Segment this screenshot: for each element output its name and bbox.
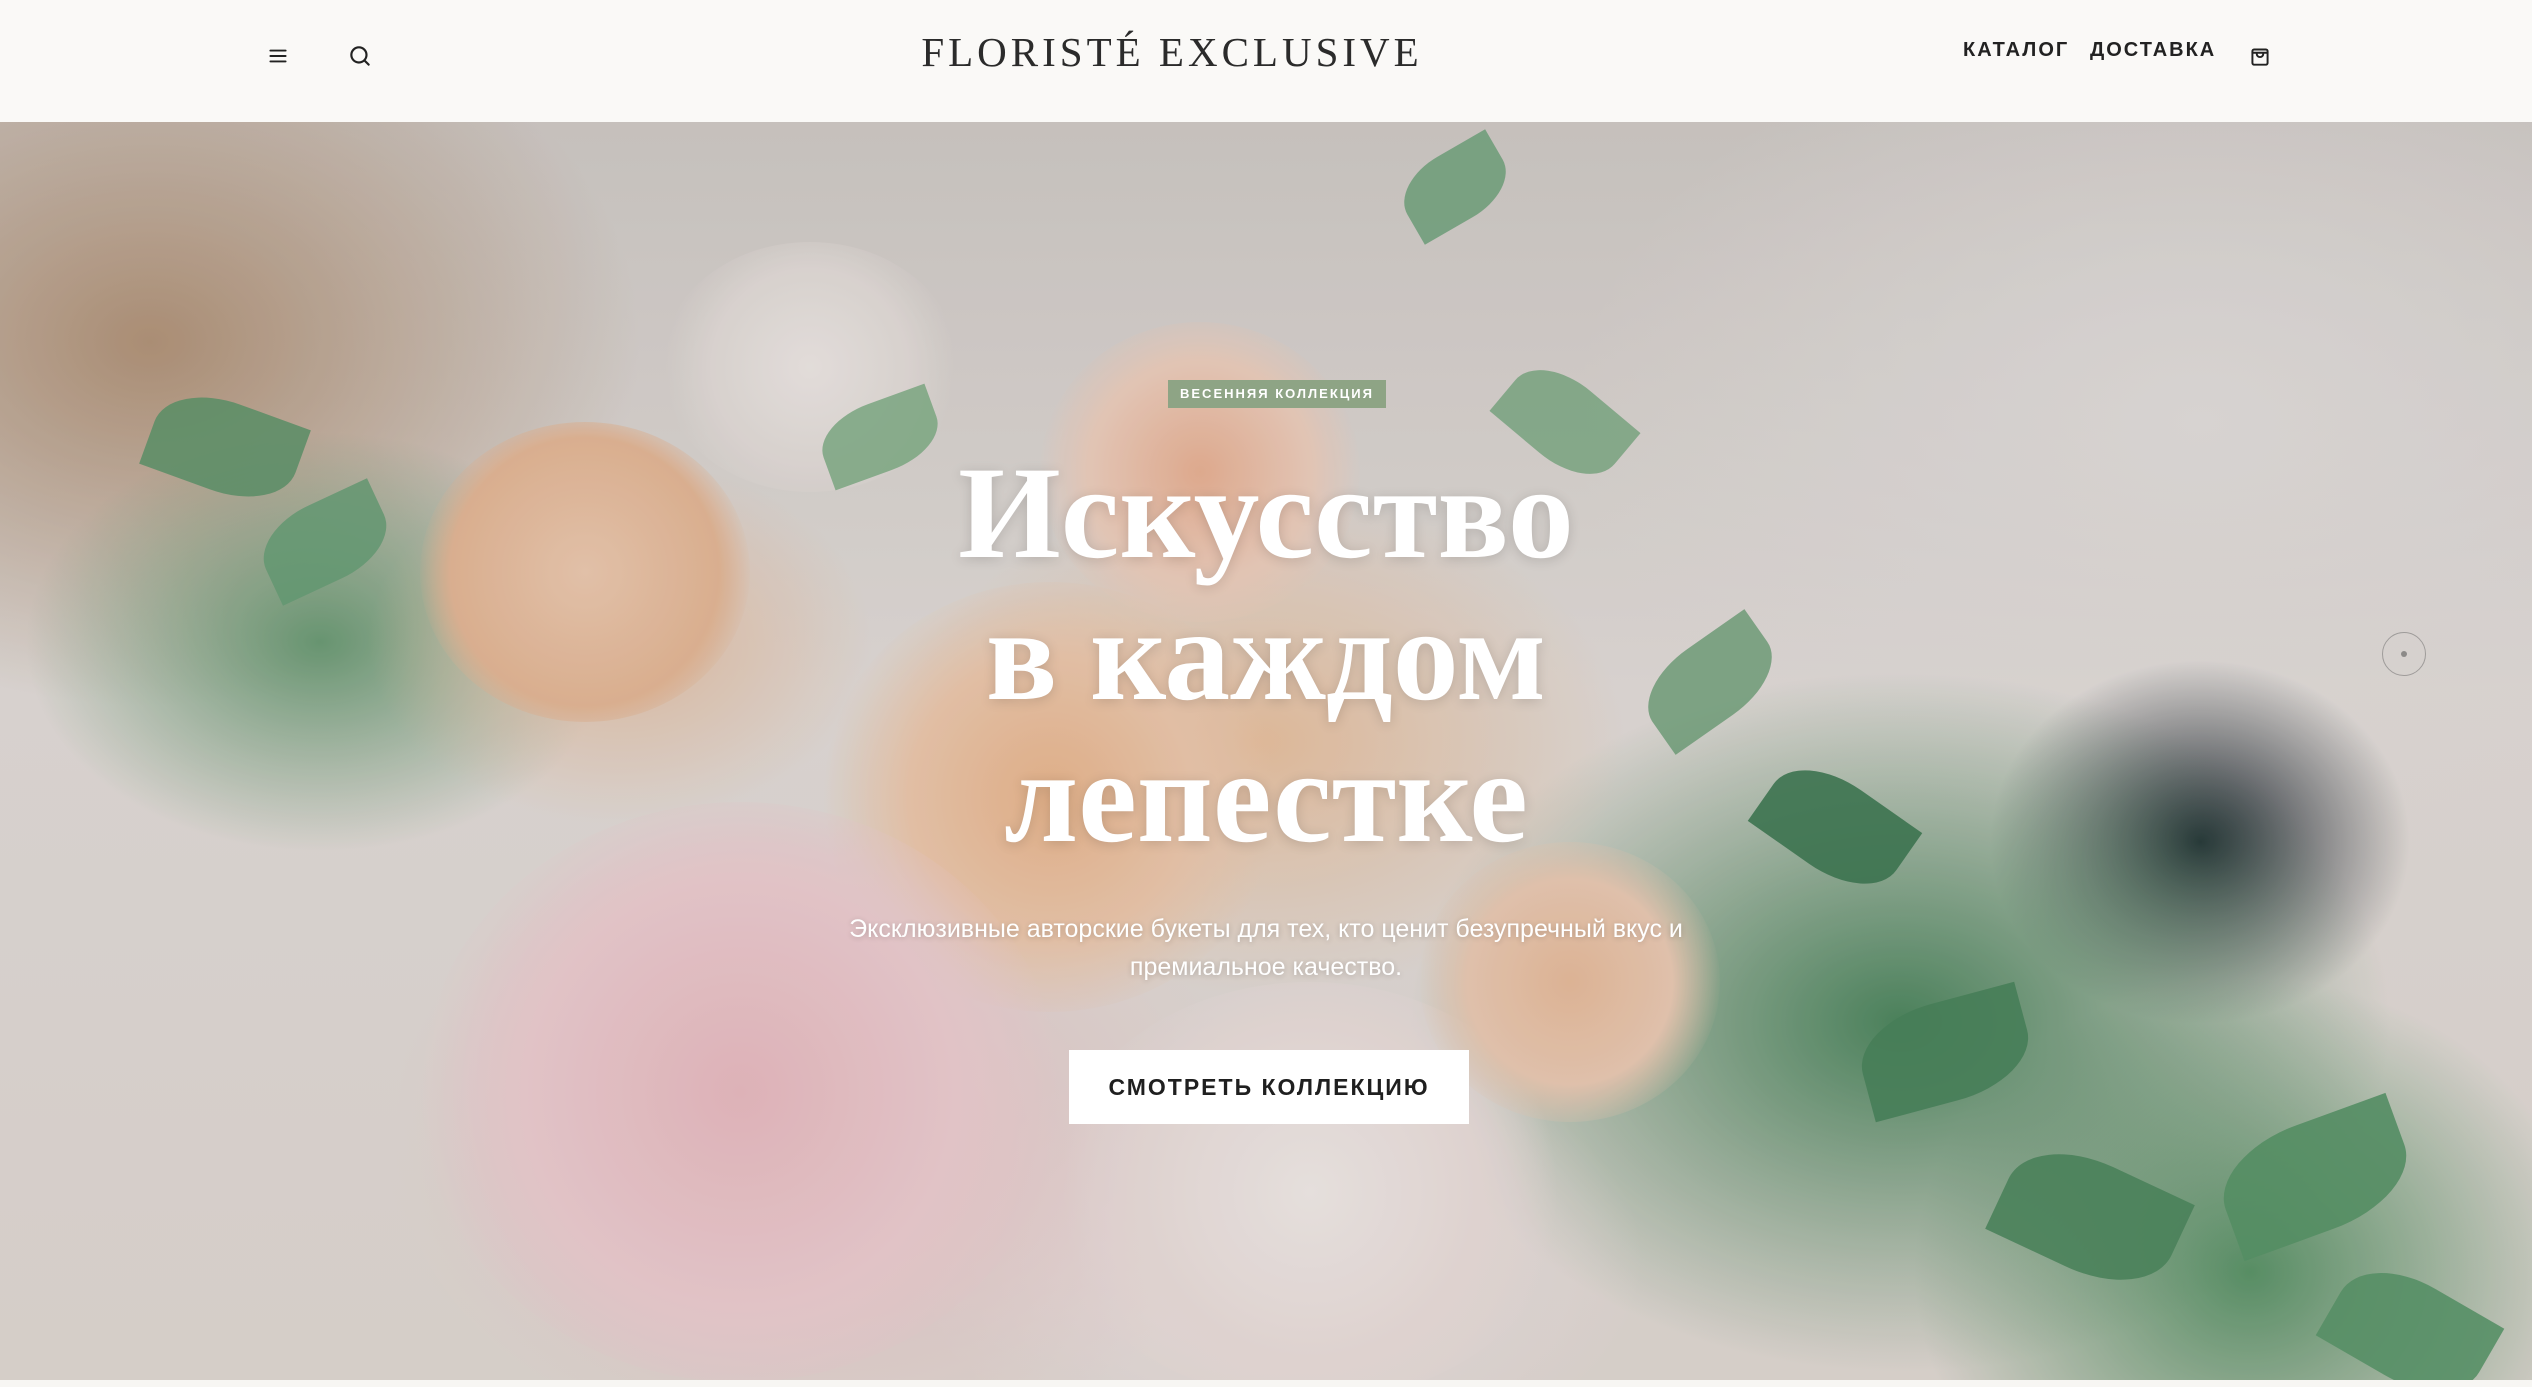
nav-delivery-link[interactable]: ДОСТАВКА	[2090, 38, 2216, 62]
headline-line-3: лепестке	[1004, 723, 1528, 870]
hero-content: ВЕСЕННЯЯ КОЛЛЕКЦИЯ Искусство в каждом ле…	[0, 122, 2532, 1380]
search-icon[interactable]	[340, 36, 380, 76]
hero-headline: Искусство в каждом лепестке	[0, 442, 2532, 868]
subtitle-line-2: премиальное качество.	[1129, 953, 1403, 981]
shopping-bag-icon[interactable]	[2240, 36, 2280, 76]
headline-line-1: Искусство	[958, 439, 1574, 586]
view-collection-button[interactable]: СМОТРЕТЬ КОЛЛЕКЦИЮ	[1069, 1050, 1469, 1124]
menu-icon[interactable]	[258, 36, 298, 76]
subtitle-line-1: Эксклюзивные авторские букеты для тех, к…	[849, 915, 1683, 943]
page-bottom-strip	[0, 1380, 2532, 1387]
collection-badge: ВЕСЕННЯЯ КОЛЛЕКЦИЯ	[1168, 380, 1386, 408]
scroll-indicator-dot	[2401, 651, 2407, 657]
hero-section: ВЕСЕННЯЯ КОЛЛЕКЦИЯ Искусство в каждом ле…	[0, 122, 2532, 1380]
site-header: FLORISTÉ EXCLUSIVE КАТАЛОГ ДОСТАВКА	[0, 0, 2532, 122]
nav-catalog-link[interactable]: КАТАЛОГ	[1963, 38, 2069, 62]
scroll-indicator-icon[interactable]	[2382, 632, 2426, 676]
hero-subtitle: Эксклюзивные авторские букеты для тех, к…	[816, 910, 1716, 986]
brand-logo[interactable]: FLORISTÉ EXCLUSIVE	[921, 28, 1422, 76]
headline-line-2: в каждом	[985, 581, 1547, 728]
